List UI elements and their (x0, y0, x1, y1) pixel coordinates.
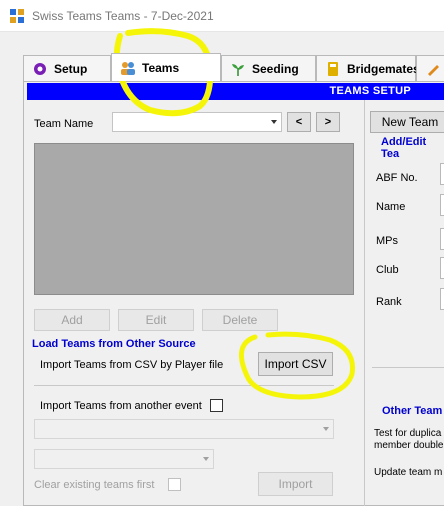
chevron-down-icon (271, 120, 277, 124)
add-button[interactable]: Add (34, 309, 110, 331)
tab-teams[interactable]: Teams (111, 53, 221, 81)
add-edit-title: Add/Edit Tea (381, 136, 427, 160)
next-team-button[interactable]: > (316, 112, 340, 132)
chevron-down-icon (203, 457, 209, 461)
field-label-rank: Rank (376, 296, 402, 308)
tab-strip: Setup Teams Seeding Bridgemates (23, 53, 444, 81)
right-separator (372, 367, 444, 368)
abf-no-input[interactable] (440, 163, 444, 185)
section-header: TEAMS SETUP (27, 83, 444, 100)
tab-setup[interactable]: Setup (23, 55, 111, 81)
other-section-title: Other Team (382, 405, 443, 417)
update-team-text: Update team m (374, 467, 443, 478)
tab-bridgemates[interactable]: Bridgemates (316, 55, 420, 81)
people-icon (120, 60, 136, 76)
name-input[interactable] (440, 194, 444, 216)
rank-input[interactable] (440, 288, 444, 310)
pencil-icon (425, 61, 441, 77)
calculator-icon (325, 61, 341, 77)
import-csv-button[interactable]: Import CSV (258, 352, 333, 376)
duplicates-text-2: member double (374, 440, 444, 451)
tab-setup-label: Setup (54, 61, 88, 76)
clear-teams-label: Clear existing teams first (34, 479, 155, 491)
load-section-title: Load Teams from Other Source (32, 338, 196, 350)
gear-icon (32, 61, 48, 77)
duplicates-text-1: Test for duplica (374, 428, 442, 439)
team-name-label: Team Name (34, 118, 94, 130)
clear-teams-checkbox[interactable] (168, 478, 181, 491)
other-event-label: Import Teams from another event (40, 400, 202, 412)
mps-input[interactable] (440, 228, 444, 250)
event-select[interactable] (34, 419, 334, 439)
edit-button[interactable]: Edit (118, 309, 194, 331)
import-button[interactable]: Import (258, 472, 333, 496)
field-label-mps: MPs (376, 235, 398, 247)
chevron-down-icon (323, 427, 329, 431)
csv-import-label: Import Teams from CSV by Player file (40, 359, 224, 371)
app-icon (10, 9, 24, 23)
event-section-select[interactable] (34, 449, 214, 469)
new-team-button[interactable]: New Team (370, 111, 444, 133)
field-label-abf: ABF No. (376, 172, 418, 184)
field-label-club: Club (376, 264, 399, 276)
title-bar: Swiss Teams Teams - 7-Dec-2021 (0, 0, 444, 32)
section-header-title: TEAMS SETUP (329, 85, 411, 97)
tab-more[interactable] (416, 55, 444, 81)
club-input[interactable] (440, 257, 444, 279)
load-separator (34, 385, 334, 386)
delete-button[interactable]: Delete (202, 309, 278, 331)
seedling-icon (230, 61, 246, 77)
tab-teams-label: Teams (142, 60, 180, 75)
prev-team-button[interactable]: < (287, 112, 311, 132)
window-title: Swiss Teams Teams - 7-Dec-2021 (32, 9, 214, 23)
other-event-checkbox[interactable] (210, 399, 223, 412)
field-label-name: Name (376, 201, 406, 213)
tab-seeding[interactable]: Seeding (221, 55, 316, 81)
team-name-select[interactable] (112, 112, 282, 132)
tab-bridgemates-label: Bridgemates (347, 61, 420, 76)
panel-divider (364, 100, 365, 506)
tab-seeding-label: Seeding (252, 61, 299, 76)
teams-grid[interactable] (34, 143, 354, 295)
